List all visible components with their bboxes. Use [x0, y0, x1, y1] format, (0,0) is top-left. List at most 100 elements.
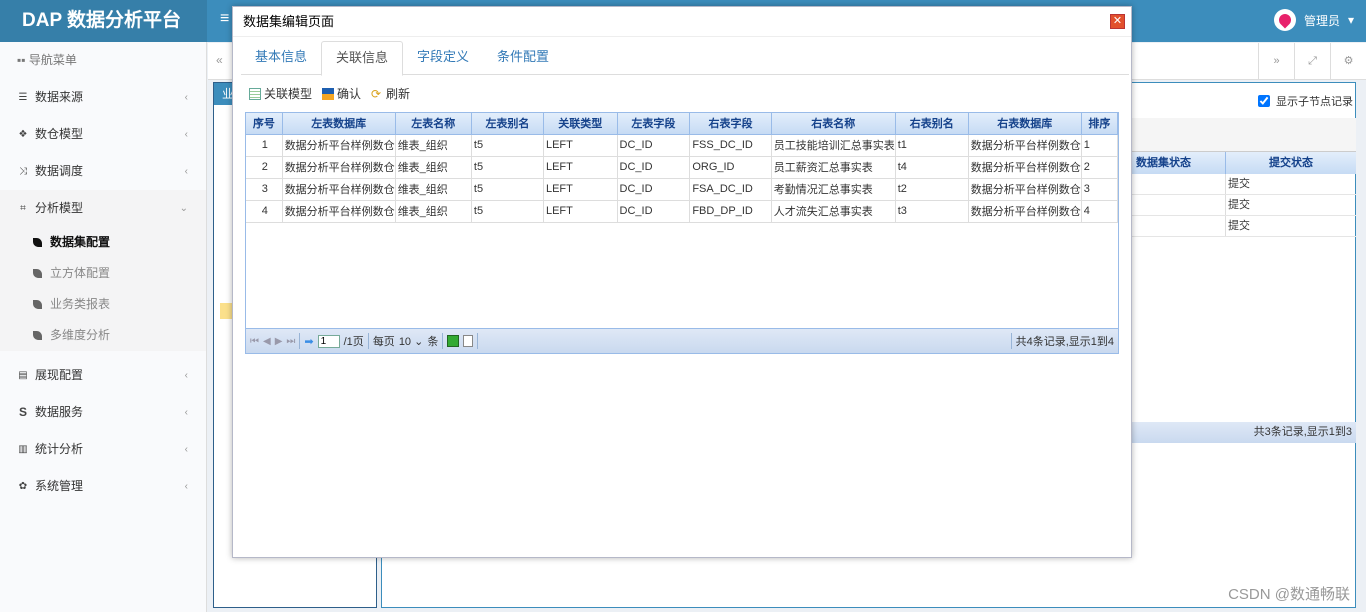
table-cell: FSS_DC_ID: [689, 134, 772, 157]
tree-selected-node[interactable]: [220, 303, 232, 319]
column-header[interactable]: 排序: [1081, 113, 1119, 135]
table-row[interactable]: 提交: [1122, 195, 1356, 216]
database-icon: ☰: [18, 92, 28, 103]
per-page-unit: 条: [427, 336, 439, 348]
dialog-tabs: 基本信息 关联信息 字段定义 条件配置: [241, 41, 1129, 76]
last-page-icon[interactable]: ⏭: [286, 336, 295, 347]
sidebar-item-statistics[interactable]: ▥ 统计分析 ‹: [0, 431, 206, 468]
table-row[interactable]: 2 数据分析平台样例数仓 维表_组织 t5 LEFT DC_ID ORG_ID 员工薪资汇总事…: [246, 156, 1119, 179]
watermark: CSDN @数通畅联: [1228, 586, 1350, 603]
table-cell: LEFT: [543, 134, 618, 157]
table-cell: t4: [895, 156, 969, 179]
table-cell: 数据分析平台样例数仓: [968, 134, 1082, 157]
column-header[interactable]: 左表数据库: [282, 113, 396, 135]
sidebar-subitem-cube-config[interactable]: 立方体配置: [0, 258, 206, 289]
confirm-button[interactable]: 确认: [322, 85, 361, 102]
relation-grid: 序号 左表数据库 左表名称 左表别名 关联类型 左表字段 右表字段 右表名称 右表别名 右表数据库…: [245, 112, 1119, 354]
table-cell: LEFT: [543, 178, 618, 201]
column-header[interactable]: 右表名称: [771, 113, 896, 135]
sidebar-item-warehouse-model[interactable]: ❖ 数仓模型 ‹: [0, 116, 206, 153]
film-icon: ▤: [18, 370, 28, 381]
table-cell: 1: [246, 134, 283, 157]
table-cell: FBD_DP_ID: [689, 200, 772, 223]
menu-toggle-icon[interactable]: ≡: [220, 10, 229, 28]
user-menu[interactable]: 管理员 ▾: [1273, 9, 1354, 31]
refresh-button[interactable]: ⟳ 刷新: [371, 85, 410, 102]
table-cell: 数据分析平台样例数仓: [282, 134, 396, 157]
column-header[interactable]: 关联类型: [543, 113, 618, 135]
save-icon: [322, 87, 335, 100]
sidebar-item-data-service[interactable]: S 数据服务 ‹: [0, 394, 206, 431]
scroll-right-icon[interactable]: »: [1258, 43, 1294, 80]
export-text-icon[interactable]: [463, 335, 474, 347]
table-row[interactable]: 3 数据分析平台样例数仓 维表_组织 t5 LEFT DC_ID FSA_DC_ID 考勤情况…: [246, 178, 1119, 201]
tab-basic-info[interactable]: 基本信息: [241, 41, 321, 74]
table-cell: 2: [1081, 156, 1119, 179]
table-cell: 员工技能培训汇总事实表: [771, 134, 896, 157]
go-page-icon[interactable]: ➡: [304, 335, 313, 348]
table-cell: 人才流失汇总事实表: [771, 200, 896, 223]
table-cell: FSA_DC_ID: [689, 178, 772, 201]
tab-relation-info[interactable]: 关联信息: [321, 41, 404, 76]
table-cell: LEFT: [543, 156, 618, 179]
column-header[interactable]: 左表字段: [617, 113, 691, 135]
first-page-icon[interactable]: ⏮: [250, 336, 259, 347]
sidebar-subitem-dataset-config[interactable]: 数据集配置: [0, 227, 206, 258]
table-cell: 维表_组织: [395, 156, 472, 179]
column-header[interactable]: 右表字段: [689, 113, 772, 135]
table-cell: DC_ID: [617, 134, 691, 157]
total-pages: /1页: [343, 336, 364, 348]
leaf-icon: [33, 300, 42, 309]
table-cell: 维表_组织: [395, 200, 472, 223]
column-header[interactable]: 数据集状态: [1122, 152, 1226, 174]
show-children-checkbox[interactable]: 显示子节点记录: [1258, 93, 1353, 109]
dollar-s-icon: S: [18, 405, 27, 419]
sidebar-subitem-multidim-analysis[interactable]: 多维度分析: [0, 320, 206, 351]
tab-field-definition[interactable]: 字段定义: [403, 41, 483, 74]
table-cell: 数据分析平台样例数仓: [282, 200, 396, 223]
per-page-label: 每页: [372, 336, 395, 348]
gear-icon: ✿: [18, 481, 28, 492]
table-icon: [249, 87, 261, 100]
sidebar-item-data-source[interactable]: ☰ 数据来源 ‹: [0, 79, 206, 116]
column-header[interactable]: 左表名称: [395, 113, 472, 135]
table-cell: 数据分析平台样例数仓: [282, 156, 396, 179]
table-cell: t5: [471, 178, 544, 201]
column-header[interactable]: 序号: [246, 113, 283, 135]
sidebar-item-display-config[interactable]: ▤ 展现配置 ‹: [0, 357, 206, 394]
prev-page-icon[interactable]: ◀: [263, 336, 271, 347]
page-number-input[interactable]: [317, 334, 340, 348]
column-header[interactable]: 左表别名: [471, 113, 544, 135]
table-row[interactable]: 提交: [1122, 174, 1356, 195]
table-cell: 数据分析平台样例数仓: [968, 156, 1082, 179]
table-row[interactable]: 提交: [1122, 216, 1356, 237]
table-row[interactable]: 1 数据分析平台样例数仓 维表_组织 t5 LEFT DC_ID FSS_DC_ID 员工技能…: [246, 134, 1119, 157]
sidebar-item-analysis-model[interactable]: ⌗ 分析模型 ⌄: [0, 190, 206, 227]
sidebar-item-system-admin[interactable]: ✿ 系统管理 ‹: [0, 468, 206, 505]
close-icon[interactable]: ✕: [1110, 14, 1125, 29]
fullscreen-icon[interactable]: ⤢: [1294, 43, 1330, 80]
column-header[interactable]: 右表数据库: [968, 113, 1082, 135]
tab-condition-config[interactable]: 条件配置: [483, 41, 563, 74]
relation-model-button[interactable]: 关联模型: [249, 85, 312, 102]
settings-icon[interactable]: ⚙: [1330, 43, 1366, 80]
table-cell: t5: [471, 134, 544, 157]
scroll-left-icon[interactable]: «: [216, 53, 223, 67]
table-row[interactable]: 4 数据分析平台样例数仓 维表_组织 t5 LEFT DC_ID FBD_DP_ID 人才流失…: [246, 200, 1119, 223]
table-cell: 4: [1081, 200, 1119, 223]
table-cell: 维表_组织: [395, 134, 472, 157]
table-cell: t1: [895, 134, 969, 157]
table-cell: t5: [471, 156, 544, 179]
sidebar-subitem-business-report[interactable]: 业务类报表: [0, 289, 206, 320]
column-header[interactable]: 提交状态: [1226, 152, 1356, 174]
bar-chart-icon: ▥: [18, 444, 28, 455]
object-group-icon: ⌗: [20, 203, 26, 214]
sidebar-item-data-schedule[interactable]: ⤨ 数据调度 ‹: [0, 153, 206, 190]
grid-pager: ⏮ ◀ ▶ ⏭ ➡ /1页 每页 10 ⌄ 条 共4条记录,显示1到4: [246, 328, 1118, 353]
nav-header: ▪▪ 导航菜单: [17, 53, 77, 67]
column-header[interactable]: 右表别名: [895, 113, 969, 135]
per-page-select[interactable]: 10 ⌄: [399, 335, 424, 348]
export-excel-icon[interactable]: [447, 335, 460, 347]
app-logo: DAP 数据分析平台: [0, 0, 207, 42]
next-page-icon[interactable]: ▶: [275, 336, 283, 347]
